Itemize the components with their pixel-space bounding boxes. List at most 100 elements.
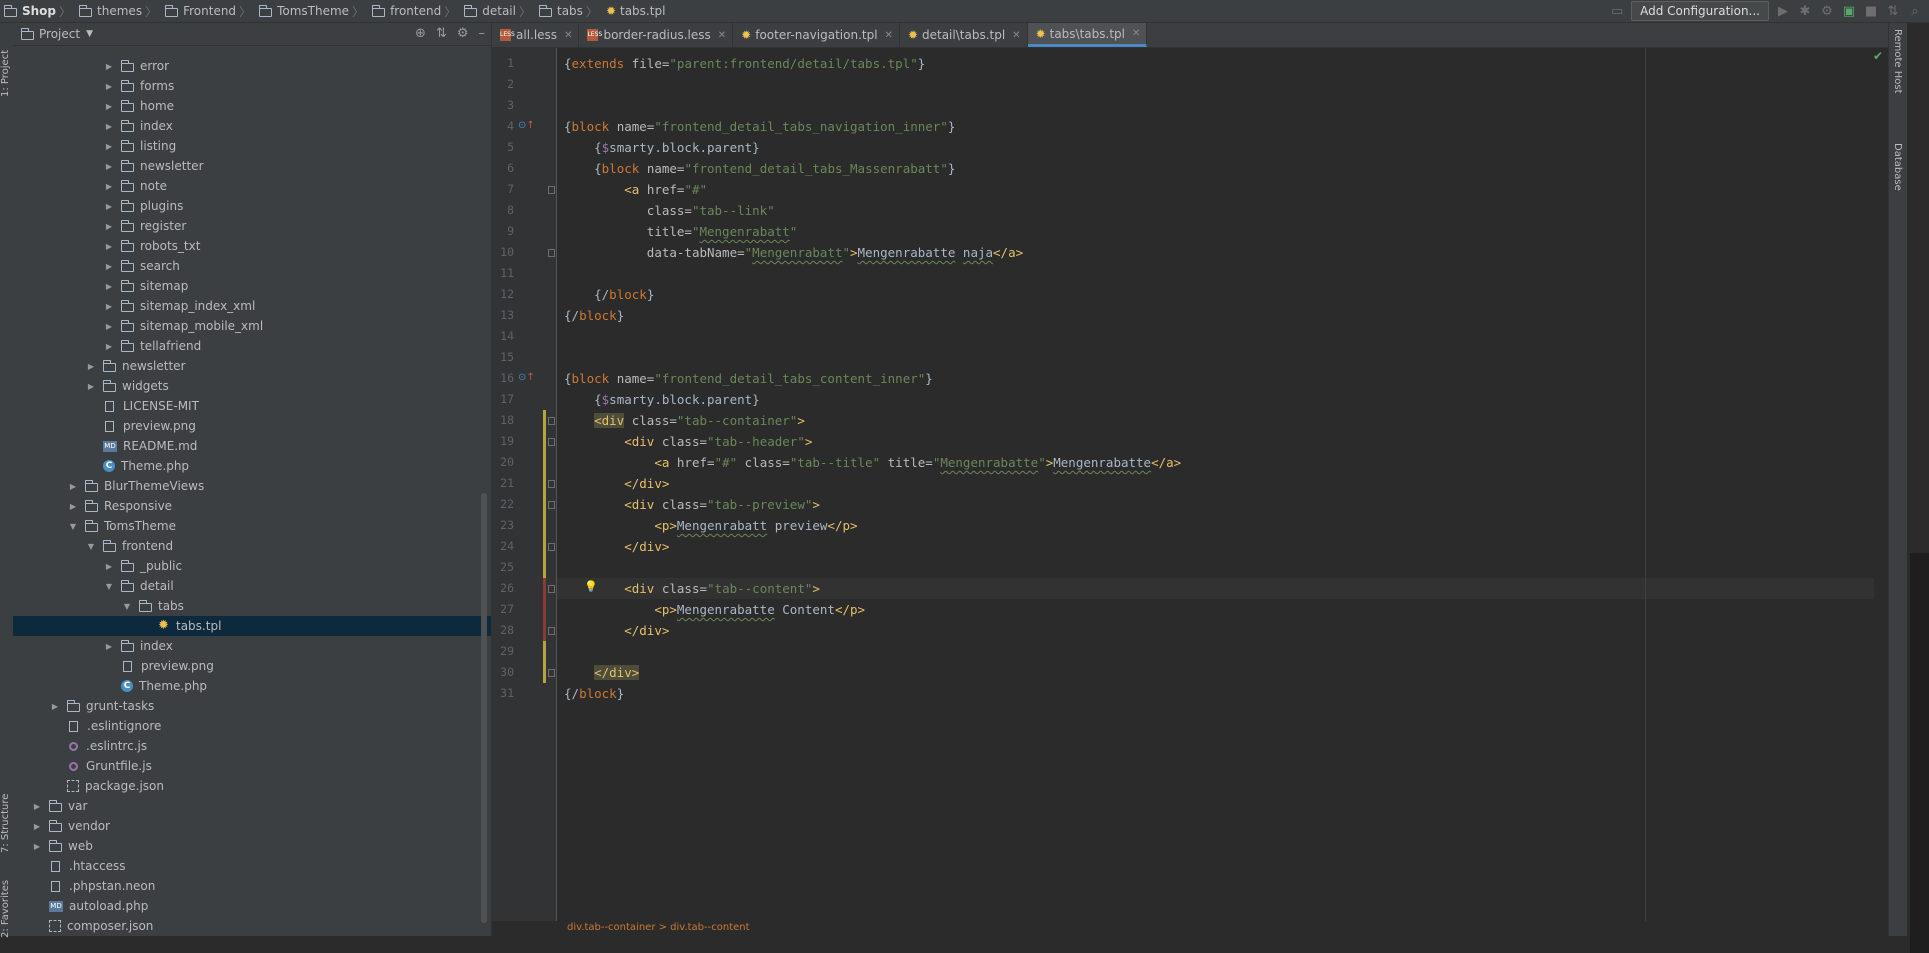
fold-marker-icon[interactable] bbox=[548, 417, 555, 425]
gear-icon[interactable]: ⚙ bbox=[457, 26, 469, 41]
tree-row[interactable]: ▶ register bbox=[13, 216, 491, 236]
code-line[interactable]: title="Mengenrabatt" bbox=[564, 221, 798, 242]
project-panel-title[interactable]: Project bbox=[39, 27, 80, 41]
fold-marker-icon[interactable] bbox=[548, 438, 555, 446]
fold-marker-icon[interactable] bbox=[548, 186, 555, 194]
project-tool-tab[interactable]: 1: Project bbox=[0, 27, 13, 97]
tree-row[interactable]: ▶ newsletter bbox=[13, 356, 491, 376]
tree-row[interactable]: ▶ grunt-tasks bbox=[13, 696, 491, 716]
database-tool-tab[interactable]: Database bbox=[1892, 143, 1903, 191]
code-line[interactable]: </div> bbox=[564, 473, 669, 494]
editor-tab[interactable]: ✹ tabs\tabs.tpl ✕ bbox=[1027, 23, 1148, 47]
vcs-icon[interactable]: ⇅ bbox=[1885, 4, 1901, 19]
tree-row[interactable]: ▶ sitemap bbox=[13, 276, 491, 296]
tree-row[interactable]: ▶ forms bbox=[13, 76, 491, 96]
expand-right-icon[interactable]: ▶ bbox=[85, 382, 97, 391]
code-line[interactable]: <div class="tab--content"> bbox=[564, 578, 820, 599]
tree-row[interactable]: ▶ index bbox=[13, 116, 491, 136]
code-line[interactable]: {$smarty.block.parent} bbox=[564, 137, 760, 158]
fold-marker-icon[interactable] bbox=[548, 249, 555, 257]
expand-right-icon[interactable]: ▶ bbox=[31, 802, 43, 811]
code-line[interactable]: data-tabName="Mengenrabatt">Mengenrabatt… bbox=[564, 242, 1023, 263]
hide-icon[interactable]: – bbox=[479, 26, 486, 41]
breadcrumb-item[interactable]: Shop 〉 bbox=[2, 3, 77, 20]
code-line[interactable]: <div class="tab--container"> bbox=[564, 410, 805, 431]
tree-row[interactable]: ▶ Responsive bbox=[13, 496, 491, 516]
fold-marker-icon[interactable] bbox=[548, 669, 555, 677]
expand-right-icon[interactable]: ▶ bbox=[103, 222, 115, 231]
tree-row[interactable]: ▶ plugins bbox=[13, 196, 491, 216]
tree-row[interactable]: ▼ frontend bbox=[13, 536, 491, 556]
expand-right-icon[interactable]: ▶ bbox=[103, 642, 115, 651]
tree-row[interactable]: .eslintignore bbox=[13, 716, 491, 736]
tree-row[interactable]: ▶ home bbox=[13, 96, 491, 116]
expand-right-icon[interactable]: ▶ bbox=[103, 122, 115, 131]
tree-row[interactable]: preview.png bbox=[13, 656, 491, 676]
tree-row[interactable]: ▶ _public bbox=[13, 556, 491, 576]
expand-down-icon[interactable]: ▼ bbox=[121, 602, 133, 611]
code-line[interactable]: {/block} bbox=[564, 284, 654, 305]
structure-tool-tab[interactable]: 7: Structure bbox=[0, 783, 13, 853]
expand-right-icon[interactable]: ▶ bbox=[103, 282, 115, 291]
coverage-icon[interactable]: ⚙ bbox=[1819, 4, 1835, 19]
editor-tab[interactable]: LESS all.less ✕ bbox=[492, 23, 580, 47]
breadcrumb-item[interactable]: TomsTheme 〉 bbox=[257, 3, 370, 20]
expand-down-icon[interactable]: ▼ bbox=[67, 522, 79, 531]
tree-row[interactable]: ▼ TomsTheme bbox=[13, 516, 491, 536]
tree-row[interactable]: ▼ detail bbox=[13, 576, 491, 596]
tree-row[interactable]: C Theme.php bbox=[13, 456, 491, 476]
code-line[interactable]: <p>Mengenrabatt preview</p> bbox=[564, 515, 857, 536]
code-line[interactable]: {extends file="parent:frontend/detail/ta… bbox=[564, 53, 925, 74]
close-icon[interactable]: ✕ bbox=[1012, 30, 1020, 41]
expand-right-icon[interactable]: ▶ bbox=[103, 142, 115, 151]
expand-right-icon[interactable]: ▶ bbox=[67, 502, 79, 511]
expand-right-icon[interactable]: ▶ bbox=[103, 162, 115, 171]
tree-row[interactable]: ▼ tabs bbox=[13, 596, 491, 616]
add-configuration-button[interactable]: Add Configuration... bbox=[1631, 1, 1769, 21]
expand-right-icon[interactable]: ▶ bbox=[49, 702, 61, 711]
expand-right-icon[interactable]: ▶ bbox=[103, 302, 115, 311]
code-line[interactable]: <a href="#" bbox=[564, 179, 707, 200]
intention-bulb-icon[interactable]: 💡 bbox=[584, 580, 598, 593]
tree-row[interactable]: ▶ search bbox=[13, 256, 491, 276]
tree-row[interactable]: ▶ newsletter bbox=[13, 156, 491, 176]
code-line[interactable]: {block name="frontend_detail_tabs_Massen… bbox=[564, 158, 955, 179]
tree-row[interactable]: preview.png bbox=[13, 416, 491, 436]
tree-row[interactable]: ▶ BlurThemeViews bbox=[13, 476, 491, 496]
close-icon[interactable]: ✕ bbox=[564, 30, 572, 41]
expand-right-icon[interactable]: ▶ bbox=[103, 62, 115, 71]
code-line[interactable]: <div class="tab--header"> bbox=[564, 431, 812, 452]
overrides-icon[interactable]: ⊙↑ bbox=[518, 120, 535, 131]
profiler-icon[interactable]: ▣ bbox=[1841, 4, 1857, 19]
tree-row[interactable]: ▶ sitemap_mobile_xml bbox=[13, 316, 491, 336]
tree-row[interactable]: LICENSE-MIT bbox=[13, 396, 491, 416]
breadcrumb-item[interactable]: themes 〉 bbox=[77, 3, 163, 20]
expand-right-icon[interactable]: ▶ bbox=[103, 562, 115, 571]
expand-right-icon[interactable]: ▶ bbox=[103, 182, 115, 191]
fold-marker-icon[interactable] bbox=[548, 585, 555, 593]
code-line[interactable]: </div> bbox=[564, 662, 640, 683]
code-line[interactable]: </div> bbox=[564, 536, 669, 557]
overrides-icon[interactable]: ⊙↑ bbox=[518, 372, 535, 383]
tag-path[interactable]: div.tab--container > div.tab--content bbox=[567, 922, 750, 933]
fold-marker-icon[interactable] bbox=[548, 543, 555, 551]
tree-row[interactable]: ▶ sitemap_index_xml bbox=[13, 296, 491, 316]
breadcrumb-item[interactable]: detail 〉 bbox=[462, 3, 537, 20]
tree-row[interactable]: .eslintrc.js bbox=[13, 736, 491, 756]
expand-right-icon[interactable]: ▶ bbox=[103, 102, 115, 111]
tree-row[interactable]: ▶ tellafriend bbox=[13, 336, 491, 356]
tree-row[interactable]: ▶ error bbox=[13, 56, 491, 76]
expand-right-icon[interactable]: ▶ bbox=[103, 82, 115, 91]
breadcrumb-item[interactable]: tabs 〉 bbox=[537, 3, 604, 20]
tree-row[interactable]: ▶ note bbox=[13, 176, 491, 196]
run-icon[interactable]: ▶ bbox=[1775, 4, 1791, 19]
close-icon[interactable]: ✕ bbox=[1132, 28, 1140, 39]
vcs-new-marker[interactable] bbox=[543, 578, 546, 641]
stop-icon[interactable]: ■ bbox=[1863, 4, 1879, 19]
breadcrumb-item[interactable]: Frontend 〉 bbox=[163, 3, 257, 20]
editor-tab[interactable]: ✹ detail\tabs.tpl ✕ bbox=[900, 23, 1028, 47]
tree-row[interactable]: Gruntfile.js bbox=[13, 756, 491, 776]
tree-row[interactable]: ▶ robots_txt bbox=[13, 236, 491, 256]
code-line[interactable]: {/block} bbox=[564, 683, 624, 704]
code-line[interactable]: <p>Mengenrabatte Content</p> bbox=[564, 599, 865, 620]
